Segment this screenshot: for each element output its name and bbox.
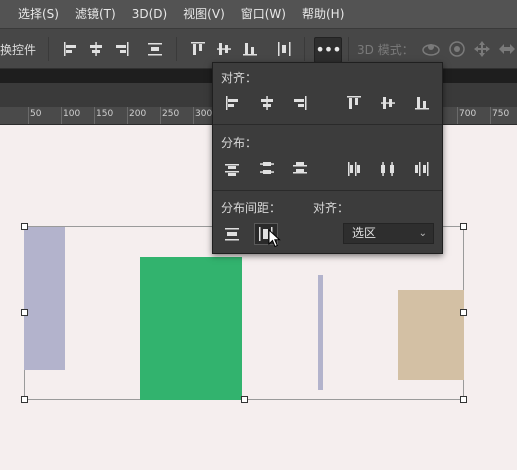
green-rectangle[interactable] (140, 257, 242, 400)
align-bottom-edges-icon[interactable] (411, 92, 433, 114)
align-right-edges-icon[interactable] (289, 92, 311, 114)
menu-view[interactable]: 视图(V) (175, 0, 233, 28)
3d-slide-icon[interactable] (496, 38, 517, 60)
3d-roll-icon[interactable] (446, 38, 468, 60)
ruler-label: 700 (459, 109, 477, 119)
ruler-label: 250 (162, 109, 180, 119)
ruler-label: 150 (96, 109, 114, 119)
transform-handle-middle-right[interactable] (460, 309, 467, 316)
align-horizontal-centers-icon[interactable] (256, 92, 278, 114)
distribute-spacing-label: 分布间距： (221, 201, 282, 215)
transform-controls-label[interactable]: 换控件 (0, 41, 36, 58)
divider (304, 37, 305, 61)
3d-mode-label: 3D 模式： (357, 43, 414, 57)
distribute-horizontal-centers-icon[interactable] (377, 158, 399, 180)
distribute-bottom-edges-icon[interactable] (289, 158, 311, 180)
ruler-label: 750 (492, 109, 510, 119)
distribute-right-edges-icon[interactable] (411, 158, 433, 180)
tan-rectangle[interactable] (398, 290, 464, 380)
divider (176, 37, 177, 61)
align-left-edges-icon[interactable] (59, 38, 81, 60)
transform-handle-top-left[interactable] (21, 223, 28, 230)
divider (48, 37, 49, 61)
chevron-down-icon: ⌄ (418, 228, 427, 239)
distribute-vertical-centers-icon[interactable] (256, 158, 278, 180)
distribute-horizontal-icon[interactable] (273, 38, 295, 60)
align-to-value: 选区 (352, 226, 377, 240)
ruler-label: 200 (129, 109, 147, 119)
transform-handle-middle-left[interactable] (21, 309, 28, 316)
lavender-rectangle[interactable] (24, 227, 65, 370)
menu-bar: 选择(S) 滤镜(T) 3D(D) 视图(V) 窗口(W) 帮助(H) (0, 0, 517, 29)
distribute-left-edges-icon[interactable] (343, 158, 365, 180)
menu-select[interactable]: 选择(S) (0, 0, 67, 28)
align-vertical-centers-icon[interactable] (213, 38, 235, 60)
align-right-edges-icon[interactable] (111, 38, 133, 60)
menu-window[interactable]: 窗口(W) (233, 0, 294, 28)
align-section-label: 对齐： (221, 71, 258, 85)
align-to-select[interactable]: 选区 ⌄ (343, 223, 434, 244)
menu-help[interactable]: 帮助(H) (294, 0, 352, 28)
divider (348, 37, 349, 61)
distribute-vertical-icon[interactable] (144, 38, 166, 60)
menu-filter[interactable]: 滤镜(T) (67, 0, 124, 28)
transform-handle-top-right[interactable] (460, 223, 467, 230)
divider (213, 124, 442, 125)
mouse-cursor-icon (268, 229, 281, 248)
ruler-label: 300 (195, 109, 213, 119)
align-to-label: 对齐： (313, 201, 350, 215)
align-left-edges-icon[interactable] (221, 92, 243, 114)
more-options-button[interactable]: ••• (314, 37, 342, 63)
ruler-label: 50 (30, 109, 42, 119)
3d-orbit-icon[interactable] (420, 38, 442, 60)
align-top-edges-icon[interactable] (343, 92, 365, 114)
align-distribute-popup: 对齐： 分布： 分布间距： 对齐： 选区 ⌄ (212, 62, 443, 254)
align-top-edges-icon[interactable] (187, 38, 209, 60)
transform-handle-bottom-left[interactable] (21, 396, 28, 403)
align-horizontal-centers-icon[interactable] (85, 38, 107, 60)
distribute-section-label: 分布： (221, 136, 258, 150)
transform-handle-bottom-center[interactable] (241, 396, 248, 403)
distribute-vertical-spacing-icon[interactable] (221, 223, 243, 245)
align-vertical-centers-icon[interactable] (377, 92, 399, 114)
align-bottom-edges-icon[interactable] (239, 38, 261, 60)
transform-handle-bottom-right[interactable] (460, 396, 467, 403)
distribute-top-edges-icon[interactable] (221, 158, 243, 180)
thin-lavender-bar[interactable] (318, 275, 323, 390)
3d-pan-icon[interactable] (471, 38, 493, 60)
ruler-label: 100 (63, 109, 81, 119)
menu-3d[interactable]: 3D(D) (124, 0, 175, 28)
divider (213, 190, 442, 191)
